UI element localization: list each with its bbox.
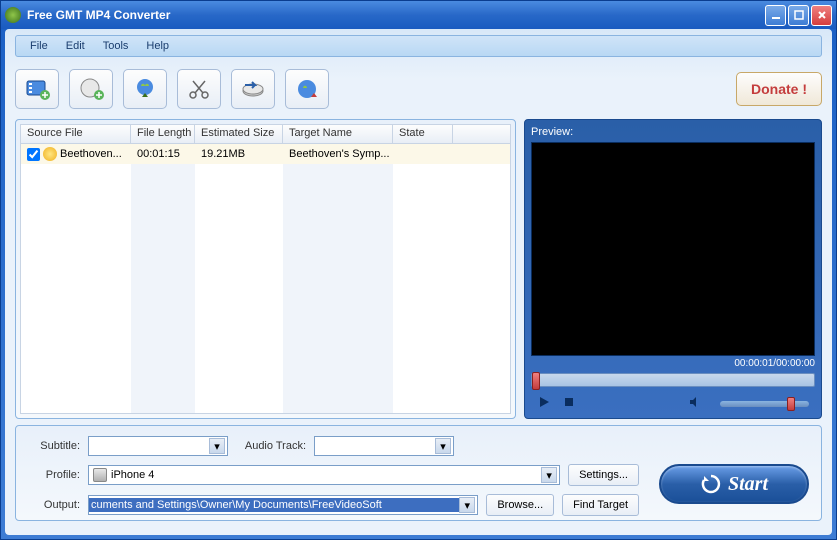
preview-controls [531, 395, 815, 412]
cell-size: 19.21MB [195, 146, 283, 162]
th-target[interactable]: Target Name [283, 125, 393, 143]
audio-combo[interactable]: ▾ [314, 436, 454, 456]
device-icon [93, 468, 107, 482]
output-combo[interactable]: cuments and Settings\Owner\My Documents\… [88, 495, 478, 515]
cell-source: Beethoven... [21, 145, 131, 163]
volume-slider[interactable] [720, 401, 809, 407]
app-icon [5, 7, 21, 23]
preview-panel: Preview: 00:00:01/00:00:00 [524, 119, 822, 419]
table-body[interactable]: Beethoven... 00:01:15 19.21MB Beethoven'… [20, 144, 511, 414]
th-length[interactable]: File Length [131, 125, 195, 143]
form-column: Subtitle: ▾ Audio Track: ▾ Profile: [28, 436, 639, 510]
browse-button[interactable]: Browse... [486, 494, 554, 516]
preview-video[interactable] [531, 142, 815, 356]
minimize-button[interactable] [765, 5, 786, 26]
seek-slider[interactable] [531, 373, 815, 387]
chevron-down-icon: ▾ [459, 497, 475, 513]
subtitle-label: Subtitle: [28, 440, 80, 452]
th-state[interactable]: State [393, 125, 453, 143]
app-window: Free GMT MP4 Converter File Edit Tools H… [0, 0, 837, 540]
convert-button[interactable] [231, 69, 275, 109]
profile-label: Profile: [28, 469, 80, 481]
add-video-button[interactable] [15, 69, 59, 109]
preview-label: Preview: [531, 126, 815, 138]
add-url-button[interactable] [69, 69, 113, 109]
cell-target: Beethoven's Symp... [283, 146, 393, 162]
chevron-down-icon: ▾ [541, 467, 557, 483]
th-source[interactable]: Source File [21, 125, 131, 143]
cut-button[interactable] [177, 69, 221, 109]
profile-value: iPhone 4 [111, 469, 154, 481]
table-row[interactable]: Beethoven... 00:01:15 19.21MB Beethoven'… [21, 144, 510, 164]
subtitle-row: Subtitle: ▾ Audio Track: ▾ [28, 436, 639, 456]
subtitle-combo[interactable]: ▾ [88, 436, 228, 456]
audio-label: Audio Track: [236, 440, 306, 452]
volume-thumb[interactable] [787, 397, 795, 411]
donate-button[interactable]: Donate ! [736, 72, 822, 106]
source-text: Beethoven... [60, 148, 122, 160]
titlebar: Free GMT MP4 Converter [1, 1, 836, 29]
window-title: Free GMT MP4 Converter [27, 8, 765, 22]
output-row: Output: cuments and Settings\Owner\My Do… [28, 494, 639, 516]
file-icon [43, 147, 57, 161]
profile-row: Profile: iPhone 4 ▾ Settings... [28, 464, 639, 486]
settings-button[interactable]: Settings... [568, 464, 639, 486]
menu-file[interactable]: File [22, 38, 56, 54]
table-header: Source File File Length Estimated Size T… [20, 124, 511, 144]
menu-help[interactable]: Help [138, 38, 177, 54]
output-value: cuments and Settings\Owner\My Documents\… [89, 498, 459, 512]
stop-button[interactable] [563, 396, 575, 411]
close-button[interactable] [811, 5, 832, 26]
output-label: Output: [28, 499, 80, 511]
start-label: Start [728, 473, 768, 496]
find-target-button[interactable]: Find Target [562, 494, 639, 516]
cell-length: 00:01:15 [131, 146, 195, 162]
upload-button[interactable] [285, 69, 329, 109]
seek-thumb[interactable] [532, 372, 540, 390]
main-row: Source File File Length Estimated Size T… [15, 119, 822, 419]
play-button[interactable] [537, 395, 551, 412]
cell-state [393, 152, 453, 156]
row-checkbox[interactable] [27, 148, 40, 161]
menu-tools[interactable]: Tools [95, 38, 137, 54]
download-button[interactable] [123, 69, 167, 109]
window-controls [765, 5, 832, 26]
toolbar: Donate ! [15, 65, 822, 113]
th-size[interactable]: Estimated Size [195, 125, 283, 143]
maximize-button[interactable] [788, 5, 809, 26]
bottom-panel: Subtitle: ▾ Audio Track: ▾ Profile: [15, 425, 822, 521]
start-button[interactable]: Start [659, 464, 809, 504]
chevron-down-icon: ▾ [435, 438, 451, 454]
volume-icon[interactable] [688, 395, 702, 412]
content-area: File Edit Tools Help Donate ! Source Fil… [5, 29, 832, 535]
menu-edit[interactable]: Edit [58, 38, 93, 54]
refresh-icon [700, 473, 722, 495]
preview-time: 00:00:01/00:00:00 [531, 358, 815, 369]
chevron-down-icon: ▾ [209, 438, 225, 454]
file-list-panel: Source File File Length Estimated Size T… [15, 119, 516, 419]
start-column: Start [659, 436, 809, 510]
menubar: File Edit Tools Help [15, 35, 822, 57]
profile-combo[interactable]: iPhone 4 ▾ [88, 465, 560, 485]
